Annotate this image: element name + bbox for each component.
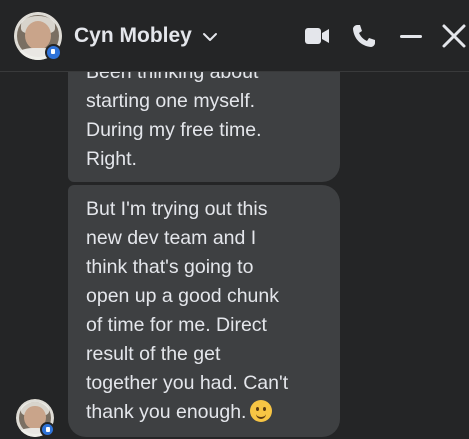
slightly-smiling-face-emoji: [250, 400, 273, 422]
message-line: During my free time.: [86, 119, 262, 141]
minimize-icon[interactable]: [397, 22, 425, 50]
message-line: result of the get: [86, 343, 221, 365]
contact-name[interactable]: Cyn Mobley: [74, 24, 192, 48]
message-list[interactable]: Been thinking about starting one myself.…: [0, 72, 469, 439]
message-line: open up a good chunk: [86, 285, 280, 307]
message-line: Been thinking about: [86, 72, 259, 83]
message-line: Right.: [86, 148, 137, 170]
message-bubble[interactable]: But I'm trying out this new dev team and…: [68, 185, 340, 437]
message-line: of time for me. Direct: [86, 314, 267, 336]
message-line: new dev team and I: [86, 227, 257, 249]
message-line: But I'm trying out this: [86, 198, 268, 220]
message-bubble[interactable]: Been thinking about starting one myself.…: [68, 72, 340, 182]
close-icon[interactable]: [440, 22, 468, 50]
message-line: together you had. Can't: [86, 372, 289, 394]
video-call-icon[interactable]: [303, 22, 331, 50]
active-status-badge: [45, 44, 62, 61]
chevron-down-icon[interactable]: [201, 28, 219, 46]
message-line: thank you enough.: [86, 401, 247, 423]
phone-call-icon[interactable]: [350, 22, 378, 50]
message-line: think that's going to: [86, 256, 254, 278]
message-line-last: thank you enough.: [86, 398, 326, 427]
active-status-badge: [40, 422, 55, 437]
chat-header: Cyn Mobley: [0, 0, 469, 72]
message-line: starting one myself.: [86, 90, 256, 112]
